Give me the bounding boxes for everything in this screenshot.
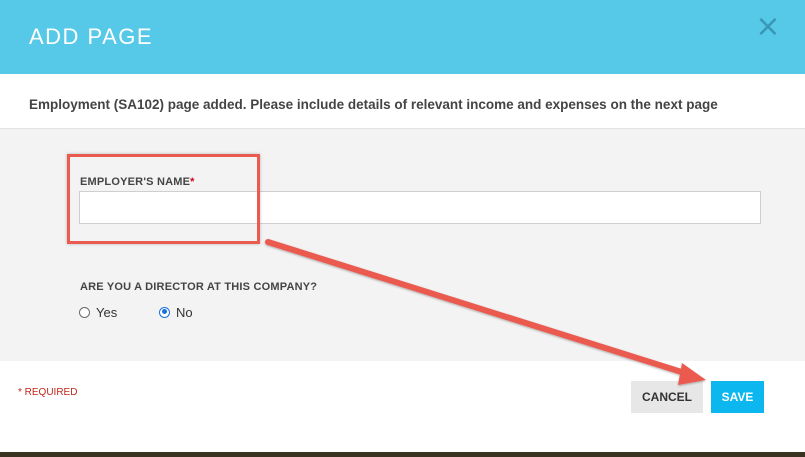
employer-name-input[interactable] <box>79 191 761 224</box>
director-question-label: ARE YOU A DIRECTOR AT THIS COMPANY? <box>80 281 318 293</box>
bottom-bar <box>0 452 805 457</box>
cancel-button[interactable]: CANCEL <box>631 381 703 413</box>
radio-no[interactable] <box>159 306 170 318</box>
form-area <box>0 129 805 361</box>
save-button[interactable]: SAVE <box>711 381 764 413</box>
radio-option-no[interactable]: No <box>159 303 193 321</box>
radio-option-yes[interactable]: Yes <box>79 303 117 321</box>
radio-no-dot <box>161 309 167 314</box>
required-marker: * <box>190 176 195 188</box>
dialog-header: ADD PAGE × <box>0 0 805 74</box>
close-icon[interactable]: × <box>755 12 781 42</box>
employer-name-label-text: EMPLOYER'S NAME <box>80 176 191 188</box>
radio-yes[interactable] <box>79 306 90 318</box>
radio-no-label: No <box>176 304 193 320</box>
confirmation-message: Employment (SA102) page added. Please in… <box>29 97 718 112</box>
required-note: * REQUIRED <box>18 387 78 398</box>
dialog-title: ADD PAGE <box>29 24 154 49</box>
employer-name-label: EMPLOYER'S NAME* <box>80 176 195 188</box>
radio-yes-label: Yes <box>96 304 118 320</box>
